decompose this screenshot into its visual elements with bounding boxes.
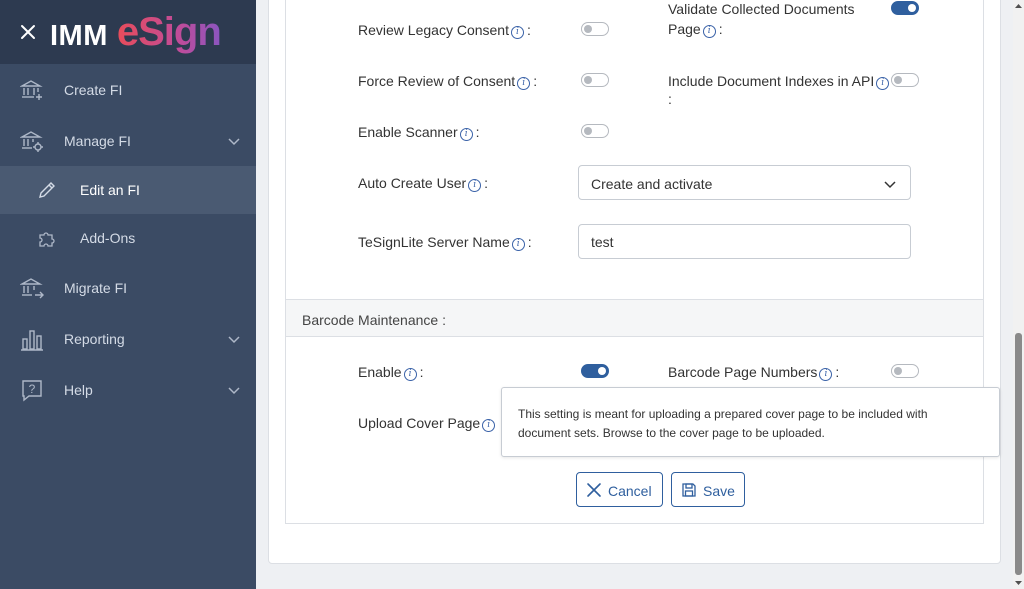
scroll-down-icon[interactable] — [1014, 578, 1023, 587]
bank-plus-icon — [20, 80, 43, 100]
info-icon[interactable]: i — [702, 25, 716, 38]
sidebar-item-create-fi[interactable]: Create FI — [0, 66, 256, 114]
sidebar-item-label: Create FI — [64, 82, 123, 98]
info-icon[interactable]: i — [482, 419, 496, 432]
sidebar-item-label: Manage FI — [64, 133, 131, 149]
review-legacy-consent-toggle[interactable] — [581, 22, 609, 36]
logo-imm: IMM — [50, 20, 108, 52]
validate-collected-documents-toggle[interactable] — [891, 1, 919, 15]
bar-chart-icon — [21, 330, 43, 351]
barcode-enable-label: Enable i: — [358, 364, 424, 381]
sidebar-item-add-ons[interactable]: Add-Ons — [0, 214, 256, 262]
save-icon — [682, 483, 696, 497]
sidebar-item-label: Migrate FI — [64, 280, 128, 296]
bank-arrow-icon — [20, 278, 44, 299]
upload-cover-page-label: Upload Cover Page i — [358, 415, 496, 432]
close-icon — [587, 483, 601, 497]
save-button[interactable]: Save — [671, 472, 745, 507]
help-bubble-icon: ? — [22, 380, 42, 402]
info-icon[interactable]: i — [511, 238, 525, 251]
section-title: Barcode Maintenance : — [302, 312, 446, 328]
barcode-page-numbers-toggle[interactable] — [891, 364, 919, 378]
pencil-icon — [39, 182, 55, 198]
chevron-down-icon — [884, 181, 896, 189]
info-icon[interactable]: i — [459, 128, 473, 141]
sidebar-item-label: Edit an FI — [80, 182, 140, 198]
include-document-indexes-label: Include Document Indexes in API i : — [668, 73, 890, 107]
bank-gear-icon — [20, 131, 43, 152]
auto-create-user-label: Auto Create User i: — [358, 175, 489, 192]
sidebar-item-migrate-fi[interactable]: Migrate FI — [0, 264, 256, 312]
force-review-consent-toggle[interactable] — [581, 73, 609, 87]
info-icon[interactable]: i — [403, 368, 417, 381]
logo-esign: eSign — [116, 10, 222, 54]
sidebar-item-label: Help — [64, 382, 93, 398]
info-icon[interactable]: i — [510, 26, 524, 39]
sidebar: IMM eSign Create FI Manage FI Edit an FI… — [0, 0, 256, 589]
barcode-enable-toggle[interactable] — [581, 364, 609, 378]
sidebar-item-label: Add-Ons — [80, 230, 136, 246]
force-review-consent-label: Force Review of Consent i: — [358, 73, 538, 90]
info-icon[interactable]: i — [468, 179, 482, 192]
scrollbar-thumb[interactable] — [1015, 333, 1022, 575]
sidebar-header: IMM eSign — [0, 0, 256, 64]
include-document-indexes-toggle[interactable] — [891, 73, 919, 87]
sidebar-item-label: Reporting — [64, 331, 125, 347]
auto-create-user-value: Create and activate — [591, 176, 713, 192]
info-icon[interactable]: i — [876, 77, 890, 90]
barcode-section-header: Barcode Maintenance : — [286, 299, 983, 337]
review-legacy-consent-label: Review Legacy Consent i: — [358, 22, 531, 39]
validate-collected-documents-label: Validate Collected Documents Page i: — [668, 1, 855, 38]
enable-scanner-label: Enable Scanner i: — [358, 124, 480, 141]
app-logo: IMM eSign — [50, 8, 222, 56]
sidebar-item-edit-fi[interactable]: Edit an FI — [0, 166, 256, 214]
enable-scanner-toggle[interactable] — [581, 124, 609, 138]
tesignlite-server-name-label: TeSignLite Server Name i: — [358, 234, 532, 251]
sidebar-item-help[interactable]: ? Help — [0, 366, 256, 414]
info-icon[interactable]: i — [819, 368, 833, 381]
sidebar-item-manage-fi[interactable]: Manage FI — [0, 117, 256, 165]
sidebar-item-reporting[interactable]: Reporting — [0, 315, 256, 363]
puzzle-icon — [39, 232, 55, 247]
tesignlite-server-name-input[interactable] — [578, 224, 911, 259]
chevron-down-icon — [228, 336, 240, 344]
close-icon[interactable] — [18, 22, 38, 42]
upload-cover-page-tooltip: This setting is meant for uploading a pr… — [501, 387, 1000, 457]
barcode-page-numbers-label: Barcode Page Numbers i: — [668, 364, 840, 381]
chevron-down-icon — [228, 138, 240, 146]
chevron-down-icon — [228, 387, 240, 395]
auto-create-user-select[interactable]: Create and activate — [578, 165, 911, 200]
svg-text:?: ? — [29, 382, 36, 396]
info-icon[interactable]: i — [517, 77, 531, 90]
scroll-up-icon[interactable] — [1014, 2, 1023, 11]
cancel-button[interactable]: Cancel — [576, 472, 663, 507]
